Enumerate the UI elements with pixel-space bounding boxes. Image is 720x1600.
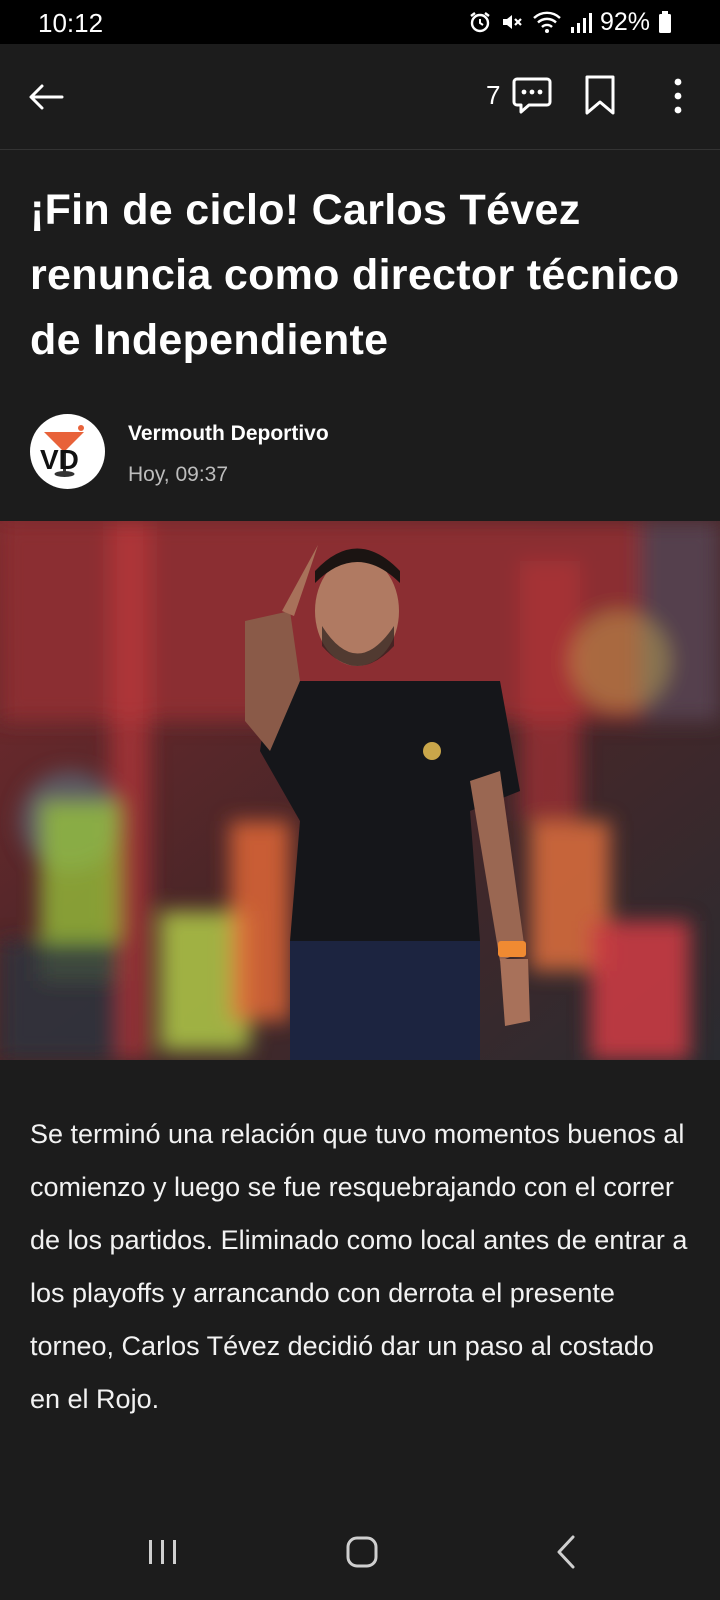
system-nav-bar (0, 1500, 720, 1600)
status-icons: 92% (468, 8, 672, 36)
battery-percent: 92% (599, 7, 650, 36)
comment-icon[interactable] (511, 74, 553, 116)
mute-icon (502, 15, 522, 29)
article-hero-image[interactable] (0, 521, 720, 1060)
publish-time: Hoy, 09:37 (128, 463, 229, 486)
bookmark-icon[interactable] (582, 74, 618, 116)
status-bar: 10:12 92% (0, 0, 720, 44)
back-icon[interactable] (554, 1534, 578, 1570)
app-bar: 7 (0, 44, 720, 150)
source-logo: VD (30, 414, 105, 489)
comment-count[interactable]: 7 (486, 80, 500, 111)
article-body: Se terminó una relación que tuvo momento… (30, 1119, 688, 1414)
wifi-icon (533, 11, 561, 33)
home-icon[interactable] (346, 1536, 378, 1568)
status-time: 10:12 (38, 8, 104, 38)
signal-icon (570, 13, 592, 33)
author-avatar[interactable]: VD (30, 414, 105, 489)
alarm-icon (470, 12, 490, 33)
author-name[interactable]: Vermouth Deportivo (128, 422, 329, 446)
hero-photo (0, 521, 720, 1060)
battery-icon (659, 11, 671, 33)
article-title: ¡Fin de ciclo! Carlos Tévez renuncia com… (30, 186, 680, 364)
back-arrow-icon[interactable] (26, 77, 66, 117)
recents-icon[interactable] (146, 1538, 180, 1566)
logo-text: VD (40, 444, 79, 475)
more-vertical-icon[interactable] (666, 76, 690, 116)
